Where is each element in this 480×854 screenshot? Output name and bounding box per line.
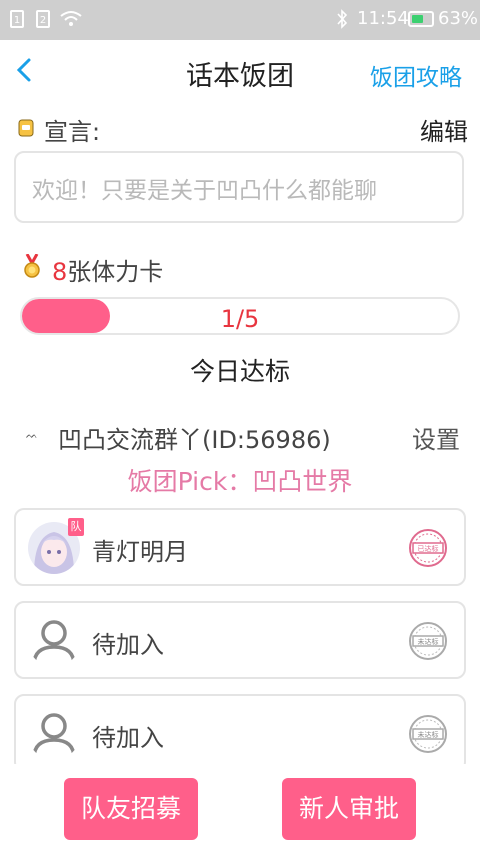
group-icon: ᨓ [26, 430, 38, 441]
today-status: 今日达标 [189, 357, 290, 386]
stamp-text: 已达标 [418, 544, 439, 553]
member-name: 待加入 [92, 631, 164, 659]
bluetooth-icon [337, 9, 348, 29]
declaration-header: 宣言: 编辑 [16, 112, 468, 147]
status-time: 11:54 [357, 8, 409, 29]
announcement-icon [18, 119, 34, 137]
notification-1-label: 1 [13, 15, 21, 26]
member-card[interactable]: 队 青灯明月 已达标 [14, 508, 466, 586]
declaration-text: 欢迎！只要是关于凹凸什么都能聊 [32, 178, 377, 204]
notification-2-label: 2 [39, 15, 47, 26]
strategy-link[interactable]: 饭团攻略 [370, 58, 462, 92]
captain-badge: 队 [68, 518, 84, 536]
stamp-achieved-icon: 已达标 [409, 529, 447, 567]
member-name: 待加入 [92, 724, 164, 752]
stamp-text: 未达标 [418, 637, 439, 646]
declaration-box[interactable]: 欢迎！只要是关于凹凸什么都能聊 [14, 151, 464, 223]
notification-icon: 2 [36, 10, 50, 28]
progress-text: 1/5 [220, 305, 260, 333]
group-name: 凹凸交流群丫(ID:56986) [58, 426, 331, 454]
wifi-icon [60, 11, 82, 26]
stamp-pending-icon: 未达标 [409, 715, 447, 753]
declaration-label: 宣言: [44, 118, 101, 146]
battery-icon [408, 11, 434, 27]
user-placeholder-icon [32, 713, 76, 760]
stamina-suffix: 张体力卡 [67, 258, 164, 286]
stamp-pending-icon: 未达标 [409, 622, 447, 660]
stamp-text: 未达标 [418, 730, 439, 739]
member-name: 青灯明月 [92, 538, 188, 566]
pick-label: 饭团Pick：凹凸世界 [127, 467, 353, 496]
battery-percent: 63% [438, 8, 479, 29]
user-placeholder-icon [32, 620, 76, 667]
progress-bar: 1/5 [20, 297, 460, 335]
member-card[interactable]: 待加入 未达标 [14, 601, 466, 679]
stamina-count: 8 [52, 258, 68, 286]
recruit-button[interactable]: 队友招募 [64, 778, 198, 840]
group-row[interactable]: ᨓ 凹凸交流群丫(ID:56986) 设置 [22, 420, 464, 454]
battery-fill [412, 15, 423, 23]
status-bar: 1 2 11:54 63% [0, 0, 480, 40]
member-card[interactable]: 待加入 未达标 [14, 694, 466, 772]
notification-icon: 1 [10, 10, 24, 28]
edit-button[interactable]: 编辑 [420, 112, 468, 147]
settings-button[interactable]: 设置 [412, 420, 460, 455]
approve-button[interactable]: 新人审批 [282, 778, 416, 840]
medal-icon [24, 254, 40, 278]
app-header: 话本饭团 饭团攻略 [0, 40, 480, 104]
